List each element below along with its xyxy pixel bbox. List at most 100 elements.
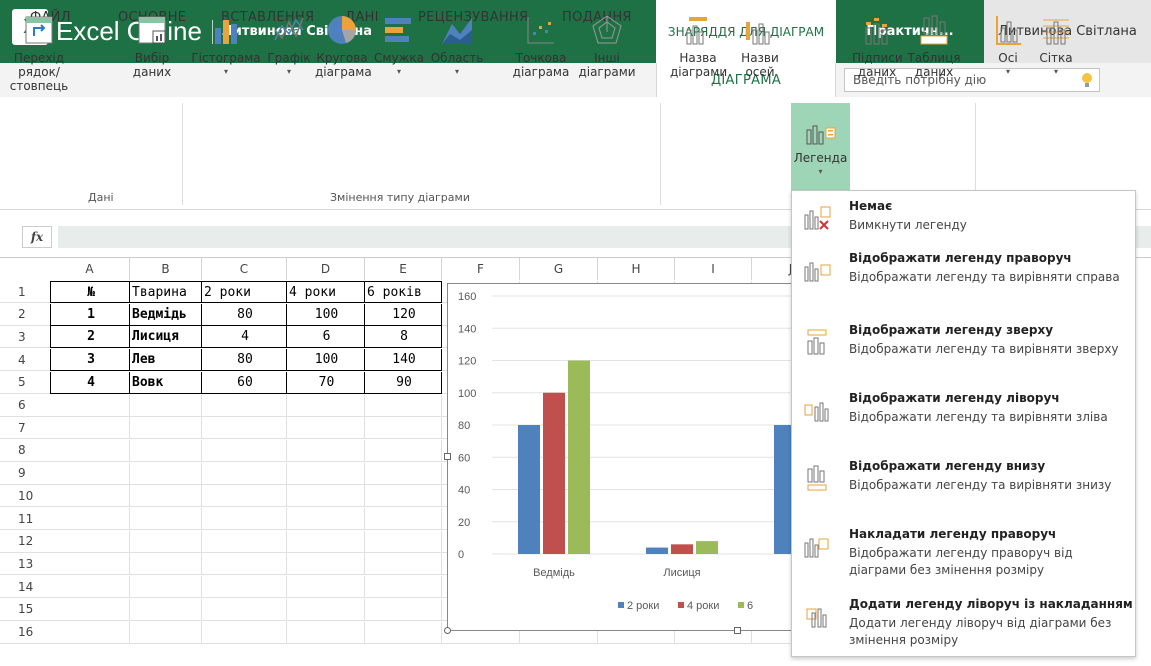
bar-4 роки[interactable] [543, 392, 565, 554]
row-header[interactable]: 12 [0, 531, 50, 553]
cell[interactable] [287, 598, 365, 621]
cell[interactable] [50, 394, 130, 417]
cell[interactable] [365, 394, 442, 417]
cell[interactable] [287, 576, 365, 599]
table-cell[interactable]: № [50, 281, 130, 303]
bar-2 роки[interactable] [518, 425, 540, 554]
row-header[interactable]: 3 [0, 326, 50, 349]
cell[interactable] [365, 530, 442, 553]
switch-row-column-button[interactable]: Перехід рядок/стовпець [2, 6, 76, 93]
pie-chart-button[interactable]: Кругова діаграма [315, 6, 372, 79]
table-cell[interactable]: 2 [50, 326, 130, 349]
legend-menu-item[interactable]: Додати легенду ліворуч із накладанням Дод… [792, 593, 1137, 659]
table-cell[interactable]: Лев [130, 349, 202, 372]
cell[interactable] [130, 530, 202, 553]
table-cell[interactable]: 6 років [365, 281, 442, 303]
cell[interactable] [287, 439, 365, 462]
column-header-h[interactable]: H [598, 258, 675, 280]
table-cell[interactable]: 3 [50, 349, 130, 372]
table-cell[interactable]: 80 [202, 303, 287, 326]
bar-4 роки[interactable] [671, 544, 693, 554]
cell[interactable] [365, 485, 442, 508]
cell[interactable] [202, 439, 287, 462]
table-cell[interactable]: Ведмідь [130, 303, 202, 326]
cell[interactable] [50, 439, 130, 462]
bar-chart-button[interactable]: Смужка ▾ [370, 6, 428, 79]
scatter-chart-button[interactable]: Точкова діаграма [506, 6, 576, 79]
data-table-button[interactable]: Таблиця даних [905, 6, 963, 79]
column-header-f[interactable]: F [442, 258, 520, 280]
table-cell[interactable]: 100 [287, 303, 365, 326]
table-cell[interactable]: 70 [287, 371, 365, 394]
cell[interactable] [287, 394, 365, 417]
table-cell[interactable]: 140 [365, 349, 442, 372]
cell[interactable] [287, 462, 365, 485]
resize-handle[interactable] [734, 627, 741, 634]
other-charts-button[interactable]: Інші діаграми [576, 6, 638, 79]
table-cell[interactable]: 8 [365, 326, 442, 349]
table-cell[interactable]: Тварина [130, 281, 202, 303]
row-header[interactable]: 4 [0, 349, 50, 372]
cell[interactable] [50, 598, 130, 621]
resize-handle[interactable] [444, 627, 451, 634]
table-cell[interactable]: Лисиця [130, 326, 202, 349]
table-cell[interactable]: 80 [202, 349, 287, 372]
cell[interactable] [130, 598, 202, 621]
cell[interactable] [130, 621, 202, 644]
cell[interactable] [50, 576, 130, 599]
cell[interactable] [287, 508, 365, 530]
cell[interactable] [287, 621, 365, 644]
cell[interactable] [365, 576, 442, 599]
cell[interactable] [365, 621, 442, 644]
column-header-g[interactable]: G [520, 258, 598, 280]
row-header[interactable]: 10 [0, 485, 50, 508]
cell[interactable] [365, 462, 442, 485]
cell[interactable] [202, 621, 287, 644]
cell[interactable] [202, 598, 287, 621]
cell[interactable] [50, 621, 130, 644]
cell[interactable] [202, 485, 287, 508]
row-header[interactable]: 5 [0, 372, 50, 394]
row-header[interactable]: 7 [0, 417, 50, 440]
cell[interactable] [287, 553, 365, 576]
cell[interactable] [365, 417, 442, 440]
cell[interactable] [130, 508, 202, 530]
cell[interactable] [287, 530, 365, 553]
table-cell[interactable]: 100 [287, 349, 365, 372]
column-header-c[interactable]: C [202, 258, 287, 280]
histogram-button[interactable]: Гістограма ▾ [189, 6, 263, 79]
bar-2 роки[interactable] [646, 547, 668, 554]
cell[interactable] [365, 439, 442, 462]
cell[interactable] [130, 417, 202, 440]
table-cell[interactable]: 6 [287, 326, 365, 349]
table-cell[interactable]: 4 [50, 371, 130, 394]
table-cell[interactable]: 90 [365, 371, 442, 394]
cell[interactable] [202, 394, 287, 417]
cell[interactable] [287, 485, 365, 508]
legend-menu-item[interactable]: Накладати легенду праворуч Відображати ле… [792, 523, 1137, 589]
column-header-d[interactable]: D [287, 258, 365, 280]
column-header-a[interactable]: A [50, 258, 130, 280]
cell[interactable] [202, 508, 287, 530]
legend-menu-item[interactable]: Відображати легенду внизу Відображати лег… [792, 455, 1137, 521]
cell[interactable] [202, 462, 287, 485]
cell[interactable] [202, 576, 287, 599]
cell[interactable] [202, 553, 287, 576]
table-cell[interactable]: 60 [202, 371, 287, 394]
cell[interactable] [365, 598, 442, 621]
cell[interactable] [50, 462, 130, 485]
row-header[interactable]: 13 [0, 553, 50, 576]
bar-6 років[interactable] [568, 360, 590, 555]
cell[interactable] [130, 394, 202, 417]
row-header[interactable]: 11 [0, 508, 50, 530]
gridlines-button[interactable]: Сітка ▾ [1034, 6, 1078, 79]
cell[interactable] [50, 553, 130, 576]
area-chart-button[interactable]: Область ▾ [426, 6, 488, 79]
column-header-i[interactable]: I [675, 258, 752, 280]
cell[interactable] [365, 508, 442, 530]
bar-6 років[interactable] [696, 541, 718, 554]
cell[interactable] [50, 417, 130, 440]
resize-handle[interactable] [444, 453, 451, 460]
select-data-button[interactable]: Вибір даних [127, 6, 177, 79]
cell[interactable] [130, 576, 202, 599]
